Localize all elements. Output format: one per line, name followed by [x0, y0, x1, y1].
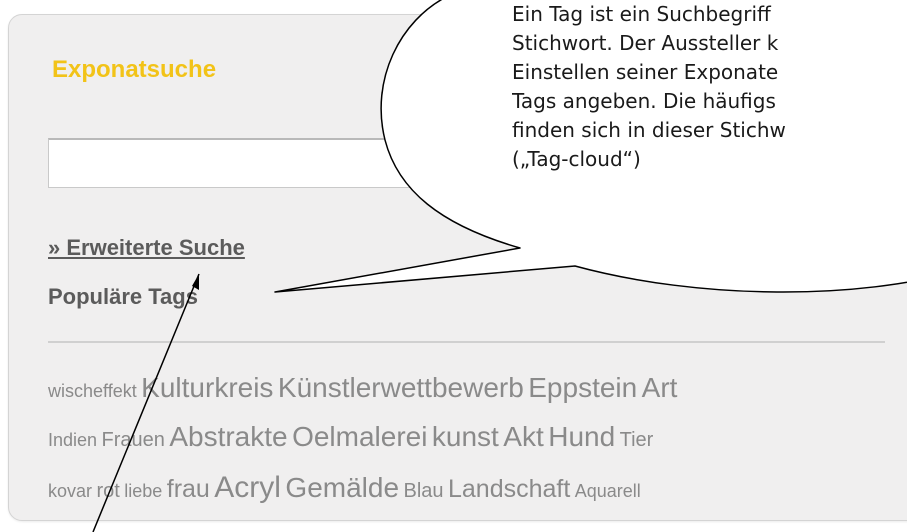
- callout-line: Tags angeben. Die häufigs: [512, 89, 776, 113]
- callout-line: („Tag-cloud“): [512, 147, 641, 171]
- callout-line: Einstellen seiner Exponate: [512, 60, 779, 84]
- callout-text: Ein Tag ist ein Suchbegriff Stichwort. D…: [512, 0, 907, 174]
- callout-line: finden sich in dieser Stichw: [512, 118, 786, 142]
- callout-line: Stichwort. Der Aussteller k: [512, 31, 779, 55]
- annotation-arrow: [92, 273, 200, 532]
- callout-line: Ein Tag ist ein Suchbegriff: [512, 2, 771, 26]
